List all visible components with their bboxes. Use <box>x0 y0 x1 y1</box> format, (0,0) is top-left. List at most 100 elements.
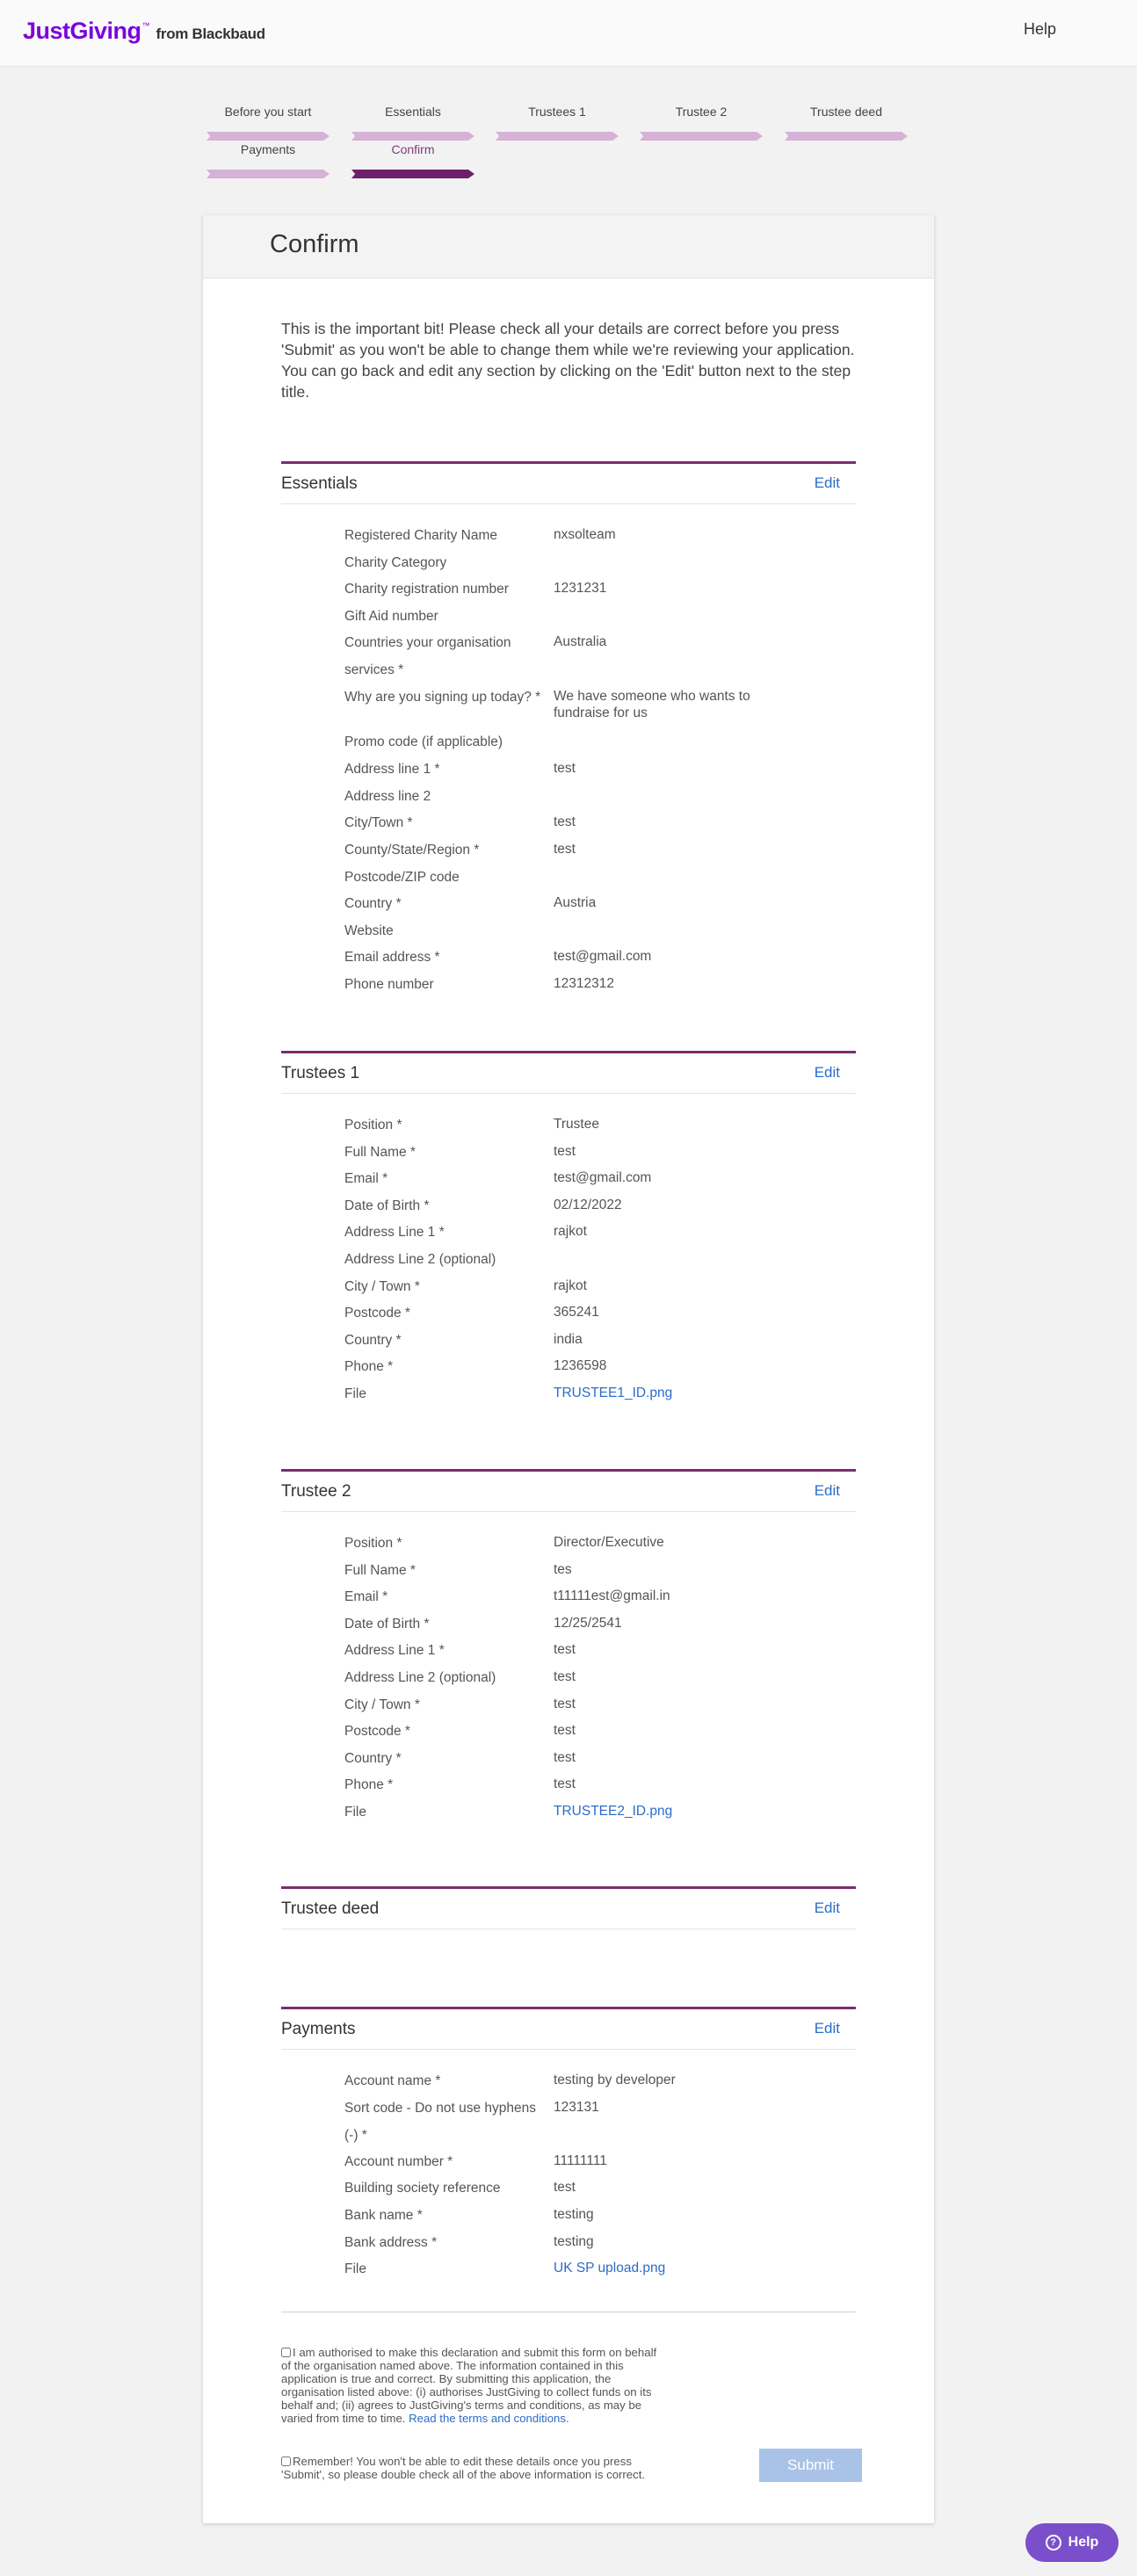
field-label: Address line 2 <box>344 789 431 804</box>
step-trustee-2[interactable]: Trustee 2 <box>640 105 763 119</box>
field-label: Position * <box>344 1536 402 1551</box>
field-label: Country * <box>344 1751 402 1766</box>
step-essentials[interactable]: Essentials <box>351 105 474 119</box>
logo-from-blackbaud: from Blackbaud <box>156 25 266 42</box>
header-help-link[interactable]: Help <box>1024 20 1056 39</box>
field-value: nxsolteam <box>554 527 616 542</box>
edit-trustee-2-button[interactable]: Edit <box>815 1482 840 1500</box>
field-value: 1236598 <box>554 1358 607 1373</box>
section-essentials: Essentials Edit Registered Charity Name n… <box>281 461 856 992</box>
step-bar-trustees-1 <box>496 132 619 141</box>
trustee1-file-link[interactable]: TRUSTEE1_ID.png <box>554 1385 773 1401</box>
section-trustee-2: Trustee 2 Edit Position * Director/Execut… <box>281 1469 856 1838</box>
section-title: Trustee 2 <box>281 1482 351 1501</box>
field-label: File <box>344 1386 366 1401</box>
card-header: Confirm <box>203 215 934 279</box>
remember-declaration: Remember! You won't be able to edit thes… <box>281 2455 661 2481</box>
field-label: Promo code (if applicable) <box>344 734 503 749</box>
field-value: test@gmail.com <box>554 949 652 964</box>
help-button-label: Help <box>1068 2535 1099 2550</box>
field-label: Gift Aid number <box>344 609 438 624</box>
step-label: Payments <box>240 142 296 156</box>
help-button[interactable]: ? Help <box>1025 2523 1119 2562</box>
field-value: test <box>554 1723 576 1738</box>
field-label: Address line 1 * <box>344 762 440 777</box>
step-bar-before-you-start <box>206 132 330 141</box>
field-value: We have someone who wants to fundraise f… <box>554 689 750 720</box>
field-label: Country * <box>344 1333 402 1348</box>
edit-trustee-deed-button[interactable]: Edit <box>815 1899 840 1917</box>
field-label: Postcode * <box>344 1724 410 1739</box>
step-before-you-start[interactable]: Before you start <box>206 105 330 119</box>
field-label: Country * <box>344 896 402 911</box>
field-value: test <box>554 814 576 829</box>
field-value: 1231231 <box>554 581 607 596</box>
edit-trustees-1-button[interactable]: Edit <box>815 1064 840 1082</box>
field-label: Account number * <box>344 2154 453 2169</box>
edit-payments-button[interactable]: Edit <box>815 2020 840 2037</box>
field-label: Postcode/ZIP code <box>344 870 460 885</box>
logo-wordmark: JustGiving <box>23 18 141 44</box>
field-value: rajkot <box>554 1278 587 1293</box>
field-value: testing <box>554 2234 594 2249</box>
field-label: Phone * <box>344 1777 394 1792</box>
field-label: Bank name * <box>344 2208 423 2223</box>
site-header: JustGiving ™ from Blackbaud Help <box>0 0 1137 67</box>
field-label: City/Town * <box>344 815 413 830</box>
field-value: Australia <box>554 634 607 649</box>
field-value: 365241 <box>554 1305 599 1320</box>
section-divider <box>281 2049 856 2050</box>
field-label: Full Name * <box>344 1145 416 1160</box>
section-divider <box>281 1093 856 1094</box>
terms-link[interactable]: Read the terms and conditions. <box>409 2412 569 2425</box>
field-label: Countries your organisation services * <box>344 635 511 677</box>
step-trustee-deed[interactable]: Trustee deed <box>785 105 908 119</box>
field-value: test <box>554 842 576 857</box>
field-value: 11111111 <box>554 2153 607 2168</box>
field-label: Email * <box>344 1171 388 1186</box>
section-divider <box>281 1511 856 1512</box>
field-value: test <box>554 1697 576 1711</box>
field-label: Full Name * <box>344 1563 416 1578</box>
field-value: tes <box>554 1562 572 1577</box>
authorise-checkbox[interactable] <box>281 2348 291 2357</box>
step-payments[interactable]: Payments <box>206 142 330 156</box>
field-value: test <box>554 2180 576 2195</box>
step-trustees-1[interactable]: Trustees 1 <box>496 105 619 119</box>
step-label: Trustee deed <box>810 105 882 119</box>
field-value: Trustee <box>554 1117 599 1132</box>
payments-file-link[interactable]: UK SP upload.png <box>554 2260 773 2276</box>
edit-essentials-button[interactable]: Edit <box>815 474 840 492</box>
section-payments: Payments Edit Account name * testing by d… <box>281 2007 856 2276</box>
step-label: Trustees 1 <box>528 105 586 119</box>
section-rule <box>281 2007 856 2009</box>
step-bar-trustee-deed <box>785 132 908 141</box>
field-value: 02/12/2022 <box>554 1198 622 1212</box>
field-label: Sort code - Do not use hyphens (-) * <box>344 2101 536 2143</box>
section-title: Trustee deed <box>281 1899 380 1918</box>
remember-checkbox[interactable] <box>281 2457 291 2466</box>
field-value: Director/Executive <box>554 1535 664 1550</box>
step-confirm[interactable]: Confirm <box>351 142 474 156</box>
section-divider <box>281 1928 856 1929</box>
field-value: t11111est@gmail.in <box>554 1588 670 1603</box>
step-bar-payments <box>206 170 330 178</box>
field-label: City / Town * <box>344 1697 420 1712</box>
page-title: Confirm <box>270 230 359 258</box>
trustee2-file-link[interactable]: TRUSTEE2_ID.png <box>554 1803 773 1820</box>
field-label: Phone * <box>344 1359 394 1374</box>
step-bar-essentials <box>351 132 474 141</box>
justgiving-logo[interactable]: JustGiving ™ from Blackbaud <box>23 18 265 45</box>
field-value: 12312312 <box>554 976 614 991</box>
field-label: Address Line 2 (optional) <box>344 1670 496 1685</box>
confirm-card: Confirm This is the important bit! Pleas… <box>203 215 934 2523</box>
section-rule <box>281 1469 856 1472</box>
authorise-declaration: I am authorised to make this declaration… <box>281 2346 661 2425</box>
field-label: City / Town * <box>344 1279 420 1294</box>
question-circle-icon: ? <box>1045 2535 1061 2551</box>
submit-button[interactable]: Submit <box>759 2449 862 2482</box>
field-label: Address Line 2 (optional) <box>344 1252 496 1267</box>
field-value: india <box>554 1332 583 1347</box>
intro-text: This is the important bit! Please check … <box>281 320 855 401</box>
section-rule <box>281 1886 856 1889</box>
